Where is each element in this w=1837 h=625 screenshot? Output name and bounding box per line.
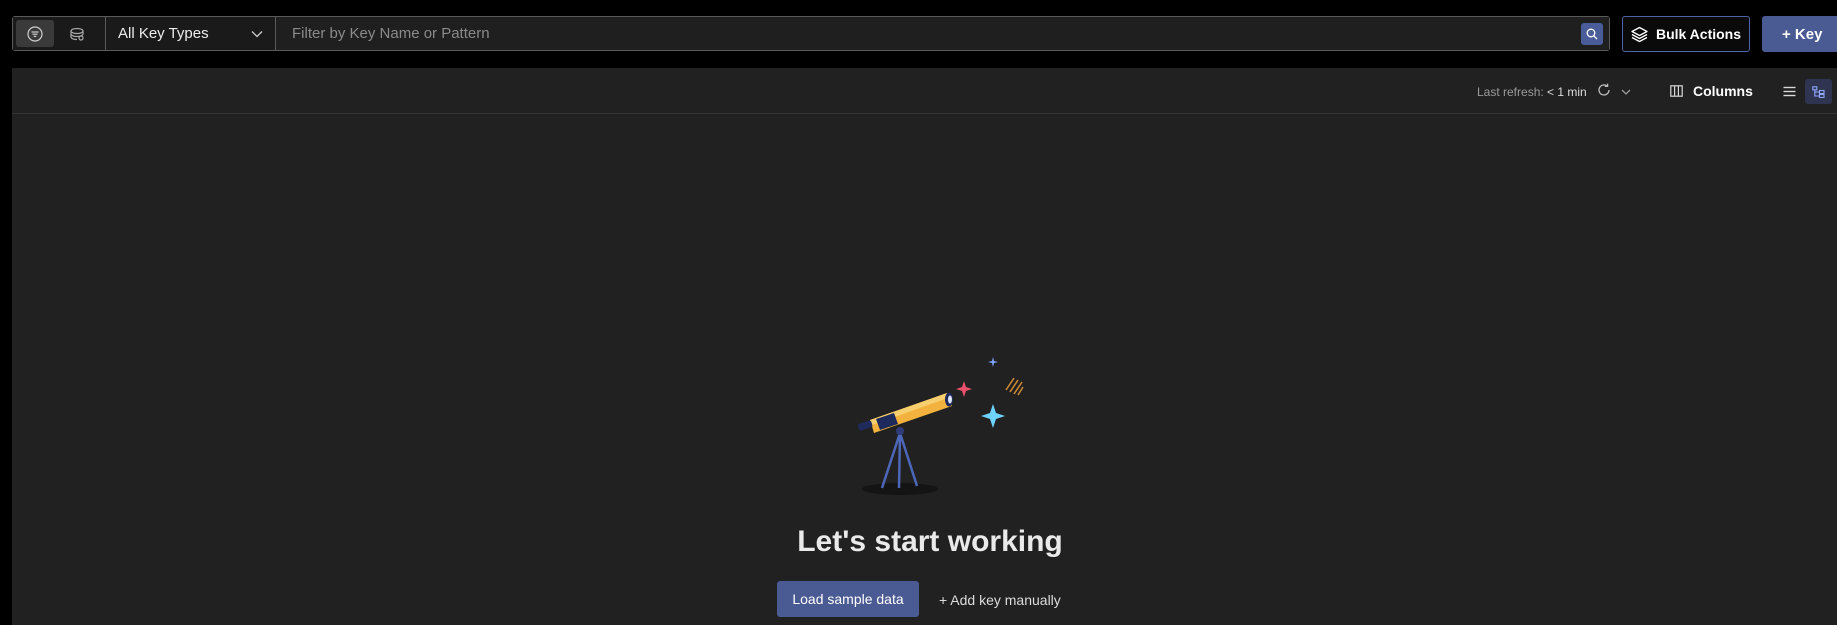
filter-mode-button[interactable] <box>16 20 54 47</box>
filter-icon <box>27 25 43 42</box>
key-search-input[interactable] <box>276 17 1609 50</box>
vector-search-mode-button[interactable] <box>58 20 96 47</box>
bulk-actions-label: Bulk Actions <box>1655 26 1742 42</box>
key-list-panel: Last refresh: < 1 min Columns Let's star… <box>12 68 1837 625</box>
key-type-select[interactable]: All Key Types <box>106 17 276 50</box>
empty-state-title: Let's start working <box>797 525 1063 558</box>
key-type-select-value: All Key Types <box>118 25 209 42</box>
chevron-down-icon <box>251 30 263 37</box>
key-search-field <box>276 17 1609 50</box>
search-icon <box>1586 28 1598 40</box>
telescope-illustration <box>857 357 1024 495</box>
add-key-manually-link[interactable]: + Add key manually <box>939 592 1061 608</box>
vector-search-icon <box>70 27 84 41</box>
add-key-label: + Key <box>1782 25 1823 43</box>
load-sample-data-button[interactable]: Load sample data <box>777 581 919 617</box>
load-sample-data-label: Load sample data <box>792 591 904 607</box>
filter-mode-toggle <box>13 17 106 50</box>
search-button[interactable] <box>1581 23 1603 45</box>
bulk-actions-button[interactable]: Bulk Actions <box>1622 16 1750 52</box>
empty-state: Let's start working Load sample data + A… <box>12 68 1837 625</box>
layers-icon <box>1631 26 1648 42</box>
key-filter-group: All Key Types <box>12 16 1610 51</box>
add-key-button[interactable]: + Key <box>1762 16 1837 52</box>
top-toolbar: All Key Types Bulk Actions + Key <box>0 0 1837 68</box>
add-key-manually-label: + Add key manually <box>939 592 1061 608</box>
